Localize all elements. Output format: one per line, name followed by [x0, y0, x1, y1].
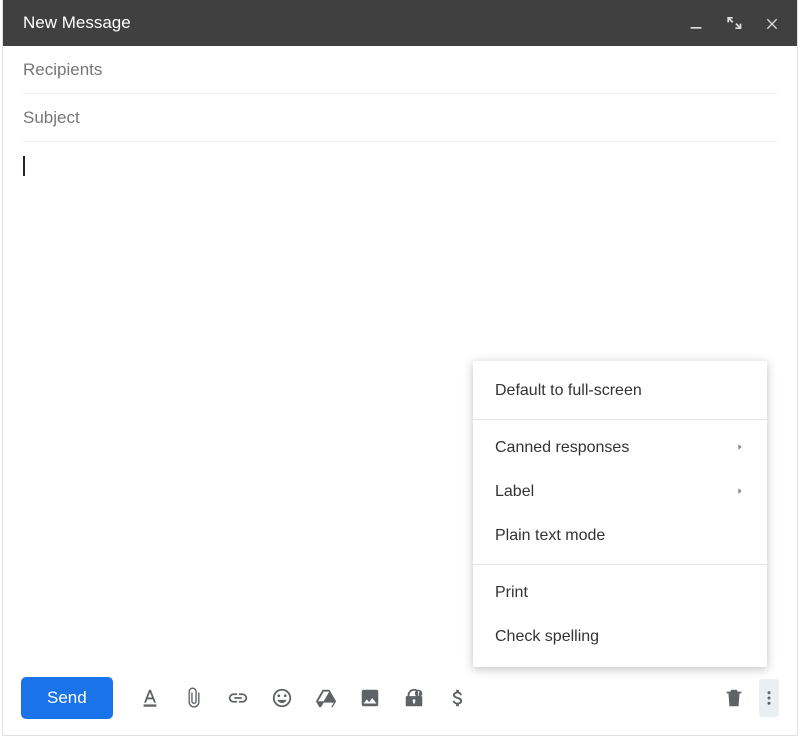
- format-text-icon[interactable]: [139, 687, 161, 709]
- toolbar-right: [723, 679, 779, 717]
- minimize-icon[interactable]: [687, 14, 705, 32]
- menu-print[interactable]: Print: [473, 571, 767, 615]
- menu-check-spelling[interactable]: Check spelling: [473, 615, 767, 659]
- text-cursor: [23, 156, 25, 176]
- menu-separator: [473, 564, 767, 565]
- menu-default-fullscreen[interactable]: Default to full-screen: [473, 369, 767, 413]
- compose-title: New Message: [23, 13, 687, 33]
- compose-header: New Message: [3, 0, 797, 46]
- menu-item-label: Canned responses: [495, 439, 629, 457]
- recipients-field[interactable]: Recipients: [23, 46, 777, 94]
- attach-icon[interactable]: [183, 687, 205, 709]
- more-options-menu: Default to full-screen Canned responses …: [473, 361, 767, 667]
- emoji-icon[interactable]: [271, 687, 293, 709]
- menu-canned-responses[interactable]: Canned responses: [473, 426, 767, 470]
- menu-item-label: Default to full-screen: [495, 382, 642, 400]
- more-options-button[interactable]: [759, 679, 779, 717]
- menu-item-label: Label: [495, 483, 534, 501]
- menu-item-label: Plain text mode: [495, 527, 605, 545]
- subject-field[interactable]: Subject: [23, 94, 777, 142]
- menu-item-label: Print: [495, 584, 528, 602]
- menu-label[interactable]: Label: [473, 470, 767, 514]
- trash-icon[interactable]: [723, 687, 745, 709]
- confidential-icon[interactable]: [403, 687, 425, 709]
- link-icon[interactable]: [227, 687, 249, 709]
- menu-item-label: Check spelling: [495, 628, 599, 646]
- menu-separator: [473, 419, 767, 420]
- menu-plain-text[interactable]: Plain text mode: [473, 514, 767, 558]
- drive-icon[interactable]: [315, 687, 337, 709]
- send-button[interactable]: Send: [21, 677, 113, 719]
- compose-fields: Recipients Subject: [3, 46, 797, 142]
- compose-toolbar: Send: [3, 669, 797, 735]
- compose-window: New Message Recipients Subject Default t…: [2, 0, 798, 736]
- money-icon[interactable]: [447, 687, 469, 709]
- header-actions: [687, 14, 781, 32]
- image-icon[interactable]: [359, 687, 381, 709]
- close-icon[interactable]: [763, 14, 781, 32]
- chevron-right-icon: [735, 483, 745, 501]
- expand-icon[interactable]: [725, 14, 743, 32]
- chevron-right-icon: [735, 439, 745, 457]
- formatting-tools: [139, 687, 469, 709]
